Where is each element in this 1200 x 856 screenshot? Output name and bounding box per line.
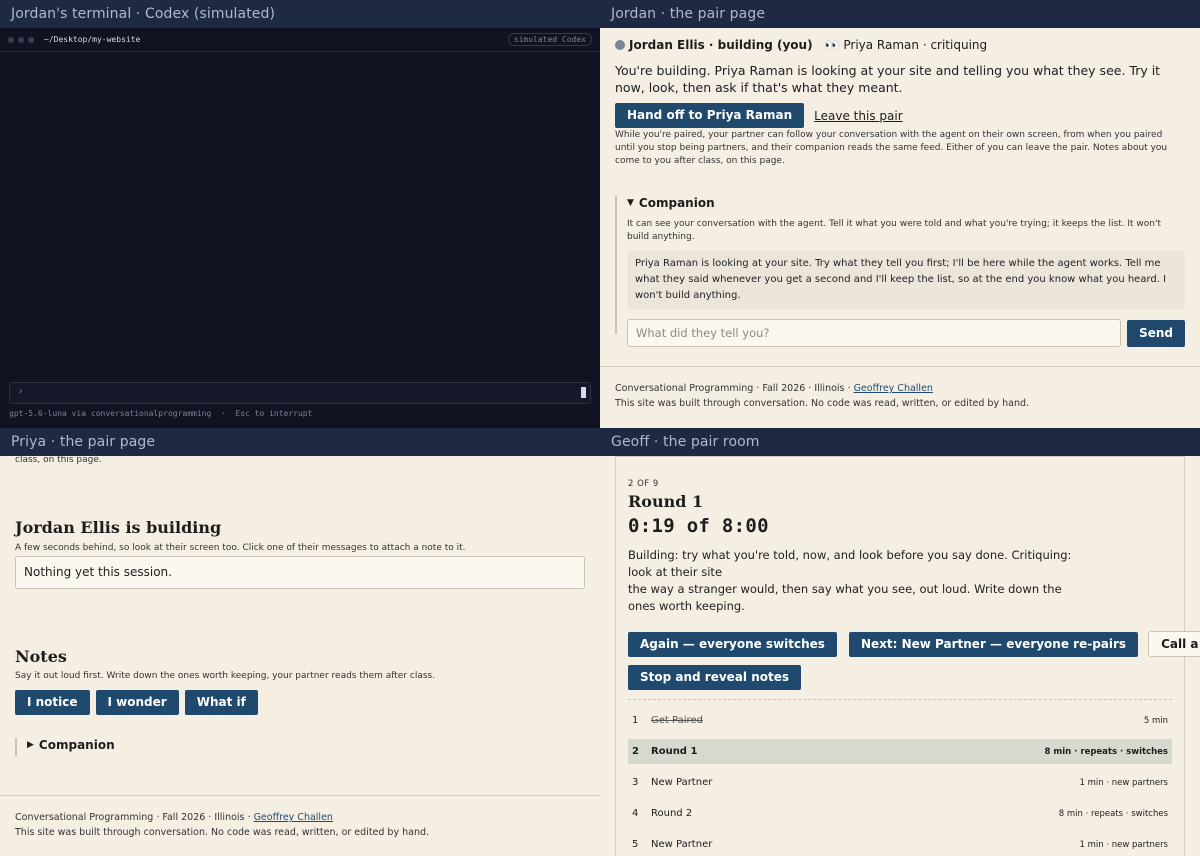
note-button-what-if[interactable]: What if — [184, 690, 258, 715]
schedule-row-number: 2 — [632, 746, 639, 757]
triangle-right-icon: ▶ — [27, 740, 34, 750]
companion-message: Priya Raman is looking at your site. Try… — [627, 251, 1185, 309]
building-sub: A few seconds behind, so look at their s… — [15, 543, 466, 553]
pane-title: Jordan · the pair page — [600, 0, 1200, 28]
terminal-status: gpt-5.6-luna via conversationalprogrammi… — [9, 409, 313, 418]
note-button-notice[interactable]: I notice — [15, 690, 90, 715]
handoff-button[interactable]: Hand off to Priya Raman — [615, 103, 805, 128]
companion-toggle[interactable]: ▶ Companion — [27, 738, 115, 752]
privacy-note: While you're paired, your partner can fo… — [615, 130, 1168, 166]
schedule-row-number: 1 — [632, 715, 639, 726]
schedule-divider — [628, 699, 1172, 700]
room-card: 2 OF 9 Round 1 0:19 of 8:00 Building: tr… — [615, 456, 1200, 856]
pair-people: Jordan Ellis · building (you) 👀 Priya Ra… — [615, 38, 987, 52]
next-button[interactable]: Next: New Partner — everyone re-pairs — [848, 631, 1139, 657]
companion-intro: It can see your conversation with the ag… — [627, 219, 1162, 242]
footer-credits: Conversational Programming · Fall 2026 ·… — [15, 812, 333, 823]
schedule-row-name: New Partner — [651, 839, 713, 850]
terminal-input[interactable]: › — [9, 382, 591, 404]
schedule-row[interactable]: 4 Round 2 8 min · repeats · switches — [628, 801, 1172, 826]
triangle-down-icon: ▼ — [627, 198, 634, 208]
stop-reveal-button[interactable]: Stop and reveal notes — [628, 665, 802, 690]
footer-note: This site was built through conversation… — [15, 827, 430, 838]
pair-page: Jordan Ellis · building (you) 👀 Priya Ra… — [600, 28, 1200, 428]
pair-page: class, on this page. Jordan Ellis is bui… — [0, 455, 600, 856]
footer-credits: Conversational Programming · Fall 2026 ·… — [615, 383, 933, 394]
room-actions: Again — everyone switches Next: New Part… — [628, 631, 1200, 657]
eyes-icon: 👀 — [824, 38, 844, 52]
cut-text: class, on this page. — [15, 455, 102, 465]
four-pane-grid: Jordan's terminal · Codex (simulated) ~/… — [0, 0, 1200, 856]
leave-pair-link[interactable]: Leave this pair — [814, 109, 902, 123]
geoff-pane: Geoff · the pair room 2 OF 9 Round 1 0:1… — [600, 428, 1200, 856]
note-button-wonder[interactable]: I wonder — [95, 690, 179, 715]
window-dot-icon — [8, 36, 14, 43]
schedule-row-number: 3 — [632, 777, 639, 788]
round-title: Round 1 — [628, 492, 704, 511]
again-button[interactable]: Again — everyone switches — [628, 631, 837, 657]
partner-label: 👀 Priya Raman · critiquing — [824, 38, 988, 52]
step-counter: 2 OF 9 — [628, 479, 659, 489]
schedule-row-number: 4 — [632, 808, 639, 819]
stop-row: Stop and reveal notes — [628, 665, 1172, 690]
terminal-pane: Jordan's terminal · Codex (simulated) ~/… — [0, 0, 600, 428]
companion-panel: ▶ Companion — [15, 738, 115, 756]
notes-heading: Notes — [15, 647, 67, 666]
pane-title: Geoff · the pair room — [600, 428, 1200, 456]
priya-pane: Priya · the pair page class, on this pag… — [0, 428, 600, 856]
simulated-badge: simulated Codex — [507, 33, 592, 46]
schedule-row-meta: 1 min · new partners — [1079, 839, 1169, 850]
prompt-icon: › — [18, 387, 24, 397]
schedule-row-number: 5 — [632, 839, 639, 850]
companion-input[interactable]: What did they tell you? — [627, 319, 1122, 347]
companion-compose: What did they tell you? Send — [627, 319, 1185, 347]
schedule-row-name: Get Paired — [651, 715, 703, 726]
schedule-row-meta: 8 min · repeats · switches — [1044, 746, 1168, 757]
author-link[interactable]: Geoffrey Challen — [254, 812, 333, 823]
note-buttons: I notice I wonder What if — [15, 690, 258, 715]
schedule-row[interactable]: 2 Round 1 8 min · repeats · switches — [628, 739, 1172, 764]
schedule-row[interactable]: 3 New Partner 1 min · new partners — [628, 770, 1172, 795]
schedule-row-meta: 8 min · repeats · switches — [1058, 808, 1168, 819]
schedule-row-name: Round 2 — [651, 808, 693, 819]
send-button[interactable]: Send — [1127, 319, 1185, 347]
pane-title: Jordan's terminal · Codex (simulated) — [0, 0, 600, 28]
schedule-row-meta: 1 min · new partners — [1079, 777, 1169, 788]
pair-actions: Hand off to Priya Raman Leave this pair — [615, 103, 903, 128]
window-dot-icon — [28, 36, 34, 43]
schedule-row-name: New Partner — [651, 777, 713, 788]
pair-room: 2 OF 9 Round 1 0:19 of 8:00 Building: tr… — [600, 456, 1200, 856]
terminal-path: ~/Desktop/my-website — [44, 35, 141, 44]
cursor-icon — [581, 387, 586, 398]
schedule-row-name: Round 1 — [651, 746, 698, 757]
schedule-row-meta: 5 min — [1143, 715, 1168, 726]
companion-toggle[interactable]: ▼ Companion — [627, 196, 1185, 210]
round-timer: 0:19 of 8:00 — [628, 515, 769, 537]
me-status-icon — [615, 40, 625, 50]
site-footer: Conversational Programming · Fall 2026 ·… — [600, 366, 1200, 425]
round-instructions: Building: try what you're told, now, and… — [628, 548, 1072, 613]
agent-feed: Nothing yet this session. — [15, 556, 585, 589]
companion-panel: ▼ Companion It can see your conversation… — [615, 196, 1185, 347]
author-link[interactable]: Geoffrey Challen — [854, 383, 933, 394]
terminal-header: ~/Desktop/my-website simulated Codex — [0, 28, 600, 52]
me-label: Jordan Ellis · building (you) — [629, 38, 813, 52]
lead-text: You're building. Priya Raman is looking … — [615, 63, 1161, 95]
schedule-row[interactable]: 5 New Partner 1 min · new partners — [628, 832, 1172, 856]
schedule-list: 1 Get Paired 5 min 2 Round 1 8 min · repeats … — [628, 708, 1172, 856]
footer-note: This site was built through conversation… — [615, 398, 1030, 409]
call-switch-button[interactable]: Call a switch — [1148, 631, 1200, 657]
jordan-pane: Jordan · the pair page Jordan Ellis · bu… — [600, 0, 1200, 428]
site-footer: Conversational Programming · Fall 2026 ·… — [0, 795, 600, 854]
terminal-window: ~/Desktop/my-website simulated Codex › g… — [0, 28, 600, 428]
pane-title: Priya · the pair page — [0, 428, 600, 456]
notes-sub: Say it out loud first. Write down the on… — [15, 671, 436, 681]
window-dot-icon — [18, 36, 24, 43]
building-heading: Jordan Ellis is building — [15, 518, 222, 537]
schedule-row[interactable]: 1 Get Paired 5 min — [628, 708, 1172, 733]
